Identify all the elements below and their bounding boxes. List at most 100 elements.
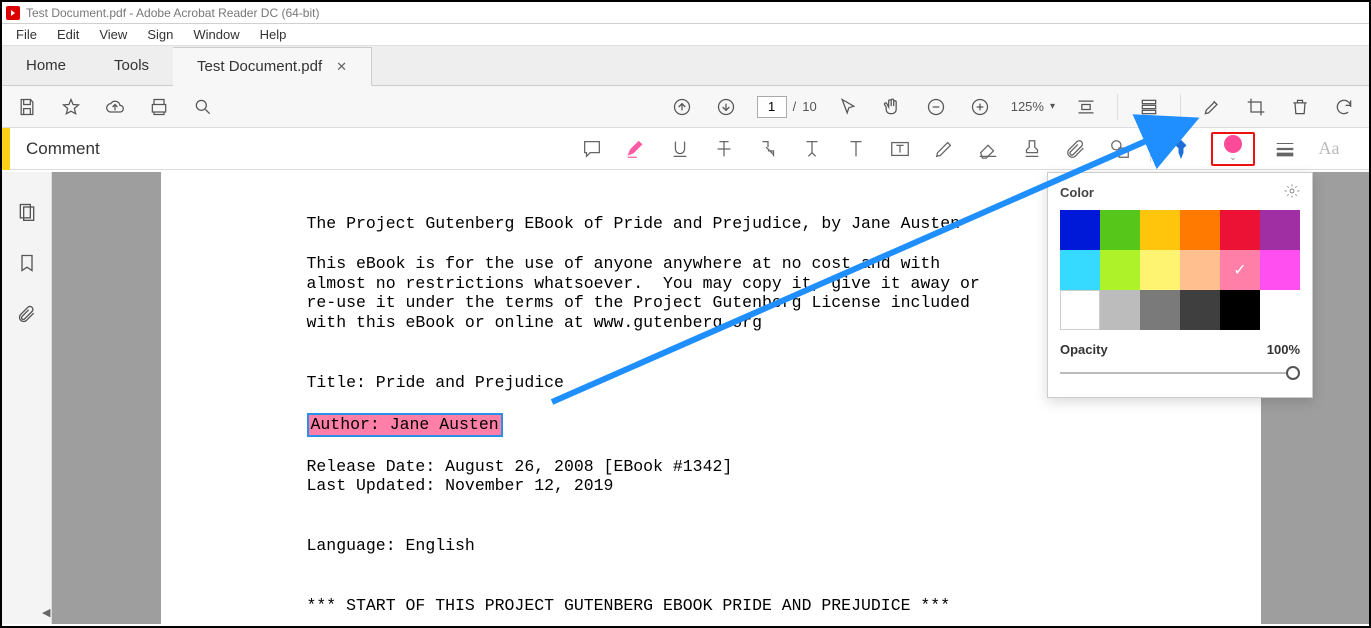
- menu-sign[interactable]: Sign: [139, 25, 181, 44]
- pointer-icon[interactable]: [835, 94, 861, 120]
- rotate-icon[interactable]: [1331, 94, 1357, 120]
- zoom-value: 125%: [1011, 99, 1044, 114]
- print-icon[interactable]: [146, 94, 172, 120]
- color-swatch[interactable]: [1220, 290, 1260, 330]
- doc-line: *** START OF THIS PROJECT GUTENBERG EBOO…: [307, 596, 1181, 616]
- comment-label: Comment: [26, 139, 100, 159]
- color-swatch[interactable]: [1060, 250, 1100, 290]
- view-mode-icon[interactable]: [1136, 94, 1162, 120]
- color-swatch[interactable]: [1140, 210, 1180, 250]
- crop-icon[interactable]: [1243, 94, 1269, 120]
- color-swatch[interactable]: [1100, 210, 1140, 250]
- color-swatch[interactable]: [1180, 290, 1220, 330]
- window-title: Test Document.pdf - Adobe Acrobat Reader…: [26, 6, 319, 20]
- text-format-icon[interactable]: Aa: [1315, 135, 1343, 163]
- tab-home-label: Home: [26, 57, 66, 74]
- color-swatch[interactable]: [1140, 250, 1180, 290]
- opacity-label: Opacity: [1060, 342, 1108, 357]
- search-icon[interactable]: [190, 94, 216, 120]
- doc-line: Release Date: August 26, 2008 [EBook #13…: [307, 457, 1181, 477]
- zoom-in-icon[interactable]: [967, 94, 993, 120]
- menu-window[interactable]: Window: [185, 25, 247, 44]
- left-rail: ◀: [2, 172, 52, 624]
- menu-file[interactable]: File: [8, 25, 45, 44]
- gear-icon[interactable]: [1284, 183, 1300, 202]
- zoom-select[interactable]: 125% ▾: [1011, 99, 1055, 114]
- edit-tool-icon[interactable]: [1199, 94, 1225, 120]
- doc-line: Last Updated: November 12, 2019: [307, 476, 1181, 496]
- comment-toolbar: Comment ⌄ Aa: [2, 128, 1369, 170]
- menu-help[interactable]: Help: [252, 25, 295, 44]
- shapes-icon[interactable]: [1106, 135, 1134, 163]
- delete-icon[interactable]: [1287, 94, 1313, 120]
- stamp-icon[interactable]: [1018, 135, 1046, 163]
- chevron-down-icon: ▾: [1050, 101, 1055, 112]
- chevron-down-icon: ⌄: [1229, 152, 1237, 163]
- collapse-rail-icon[interactable]: ◀: [42, 606, 56, 620]
- tab-document[interactable]: Test Document.pdf ✕: [173, 47, 372, 86]
- color-swatch[interactable]: [1180, 250, 1220, 290]
- slider-thumb[interactable]: [1286, 366, 1300, 380]
- color-indicator[interactable]: ⌄: [1211, 132, 1255, 166]
- page-up-icon[interactable]: [669, 94, 695, 120]
- page-sep: /: [793, 99, 797, 114]
- pencil-icon[interactable]: [930, 135, 958, 163]
- slider-track: [1060, 372, 1300, 374]
- color-swatch[interactable]: ✓: [1220, 250, 1260, 290]
- sticky-note-icon[interactable]: [578, 135, 606, 163]
- color-swatch[interactable]: [1100, 290, 1140, 330]
- tabbar: Home Tools Test Document.pdf ✕: [2, 46, 1369, 86]
- cloud-upload-icon[interactable]: [102, 94, 128, 120]
- page-input[interactable]: [757, 96, 787, 118]
- strikethrough-icon[interactable]: [710, 135, 738, 163]
- bookmark-icon[interactable]: [17, 253, 37, 276]
- tab-document-label: Test Document.pdf: [197, 58, 322, 75]
- pin-icon[interactable]: [1167, 135, 1195, 163]
- menu-edit[interactable]: Edit: [49, 25, 87, 44]
- color-swatch[interactable]: [1100, 250, 1140, 290]
- color-swatch[interactable]: [1060, 210, 1100, 250]
- color-swatch[interactable]: [1180, 210, 1220, 250]
- page-down-icon[interactable]: [713, 94, 739, 120]
- menubar: File Edit View Sign Window Help: [2, 24, 1369, 46]
- highlight-icon[interactable]: [622, 135, 650, 163]
- tab-home[interactable]: Home: [2, 46, 90, 85]
- tab-close-icon[interactable]: ✕: [336, 59, 347, 75]
- color-swatches: ✓: [1060, 210, 1300, 330]
- underline-icon[interactable]: [666, 135, 694, 163]
- attachment-icon[interactable]: [1062, 135, 1090, 163]
- highlighted-text[interactable]: Author: Jane Austen: [307, 413, 503, 437]
- comment-accent: [2, 128, 10, 170]
- hand-icon[interactable]: [879, 94, 905, 120]
- color-swatch[interactable]: [1260, 250, 1300, 290]
- textbox-icon[interactable]: [886, 135, 914, 163]
- opacity-slider[interactable]: [1060, 363, 1300, 383]
- color-panel: Color ✓ Opacity 100%: [1047, 172, 1313, 398]
- color-swatch[interactable]: [1260, 210, 1300, 250]
- add-text-icon[interactable]: [842, 135, 870, 163]
- app-icon: [6, 6, 20, 20]
- tab-tools[interactable]: Tools: [90, 46, 173, 85]
- insert-text-icon[interactable]: [798, 135, 826, 163]
- zoom-out-icon[interactable]: [923, 94, 949, 120]
- star-icon[interactable]: [58, 94, 84, 120]
- color-panel-title: Color: [1060, 185, 1094, 200]
- color-swatch[interactable]: [1060, 290, 1100, 330]
- line-weight-icon[interactable]: [1271, 135, 1299, 163]
- thumbnails-icon[interactable]: [17, 202, 37, 225]
- tab-tools-label: Tools: [114, 57, 149, 74]
- doc-line: Language: English: [307, 536, 1181, 556]
- color-swatch[interactable]: [1220, 210, 1260, 250]
- doc-line: Author: Jane Austen: [307, 413, 1181, 437]
- fit-width-icon[interactable]: [1073, 94, 1099, 120]
- opacity-value: 100%: [1267, 342, 1300, 357]
- menu-view[interactable]: View: [91, 25, 135, 44]
- page-indicator: / 10: [757, 96, 817, 118]
- replace-text-icon[interactable]: [754, 135, 782, 163]
- eraser-icon[interactable]: [974, 135, 1002, 163]
- color-swatch[interactable]: [1140, 290, 1180, 330]
- color-dot-icon: [1224, 135, 1242, 153]
- save-icon[interactable]: [14, 94, 40, 120]
- titlebar: Test Document.pdf - Adobe Acrobat Reader…: [2, 2, 1369, 24]
- paperclip-icon[interactable]: [17, 304, 37, 327]
